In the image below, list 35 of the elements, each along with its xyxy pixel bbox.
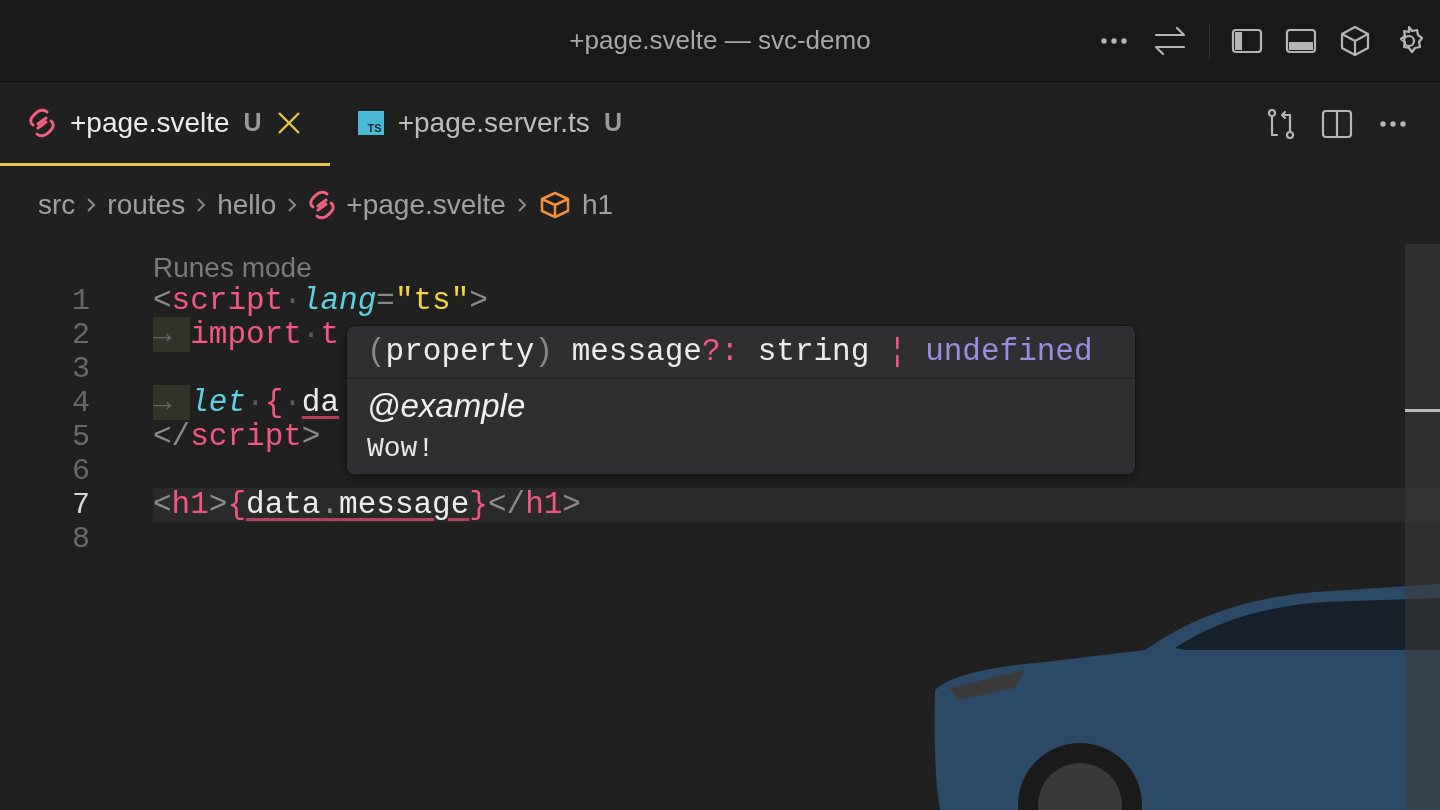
code-line: → import·t: [153, 318, 340, 352]
breadcrumb-item[interactable]: h1: [581, 189, 614, 221]
close-icon[interactable]: [275, 109, 302, 136]
doc-example: Wow!: [367, 433, 436, 464]
codelens-label[interactable]: Runes mode: [153, 252, 312, 284]
scrollbar[interactable]: [1405, 244, 1440, 810]
chevron-icon: [515, 196, 528, 214]
line-number: 6: [71, 454, 90, 488]
line-number: 8: [71, 522, 90, 556]
cube-icon[interactable]: [1338, 23, 1372, 58]
file-type-icon: TS: [357, 110, 384, 135]
doc-tag: @example: [367, 387, 1115, 425]
line-number: 5: [71, 420, 90, 454]
chevron-icon: [85, 196, 98, 214]
line-number: 4: [71, 386, 90, 420]
type-signature: (property) message?: string ¦ undefined: [367, 335, 1093, 369]
file-type-icon: [28, 107, 56, 138]
breadcrumb-item[interactable]: +page.svelte: [346, 189, 506, 221]
editor-tab[interactable]: TS +page.server.ts U: [329, 82, 664, 166]
window-title: +page.svelte — svc-demo: [569, 25, 871, 56]
breadcrumb-item[interactable]: src: [38, 189, 76, 221]
chevron-icon: [286, 196, 299, 214]
line-number: 1: [71, 284, 90, 318]
code-line: → let·{·da: [153, 386, 340, 420]
line-number: 2: [71, 318, 90, 352]
code-line: <h1>{data.message}</h1>: [153, 488, 581, 522]
line-number: 3: [71, 352, 90, 386]
chevron-icon: [195, 196, 208, 214]
split-editor-icon[interactable]: [1320, 107, 1354, 141]
breadcrumb-item[interactable]: hello: [217, 189, 277, 221]
code-line: </script>: [153, 420, 321, 454]
code-line: <script·lang="ts">: [153, 284, 488, 318]
breadcrumb-item[interactable]: routes: [107, 189, 186, 221]
file-type-icon: [308, 190, 337, 220]
line-number: 7: [71, 488, 90, 522]
